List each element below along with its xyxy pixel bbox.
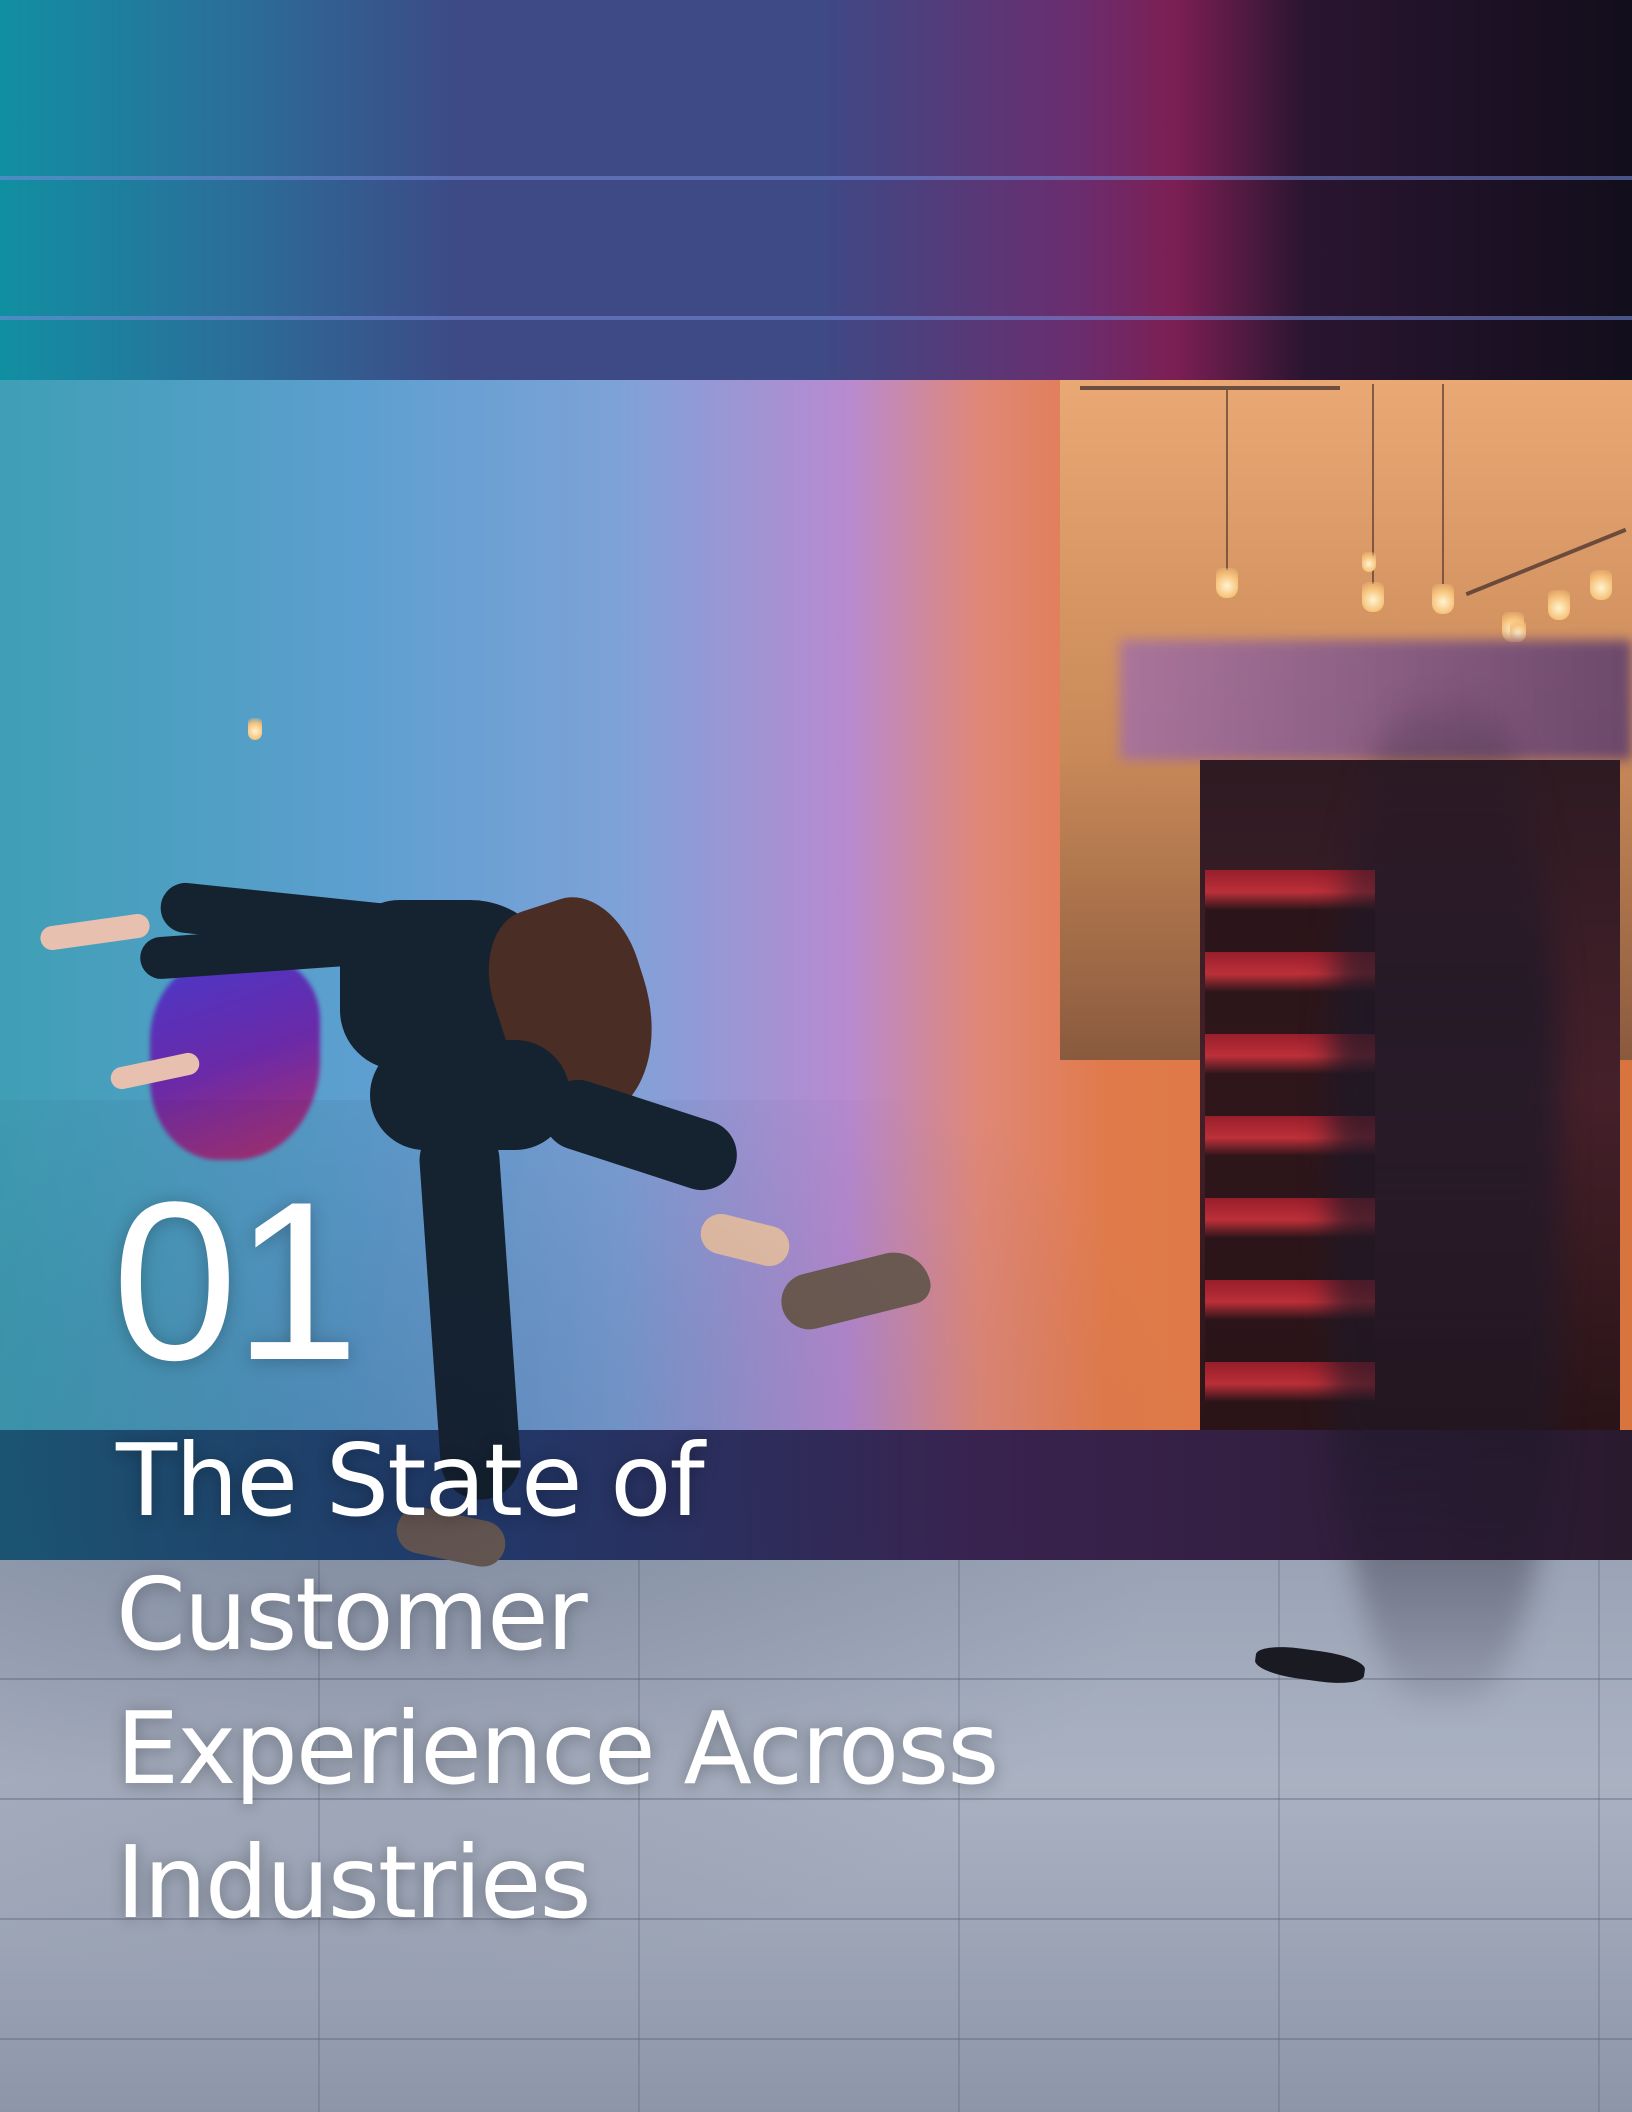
photo-lamp: [1548, 590, 1570, 620]
photo-fascia: [0, 0, 1632, 380]
photo-lamp-cord: [1442, 384, 1444, 584]
photo-fascia-line: [0, 176, 1632, 180]
photo-fascia-line: [0, 316, 1632, 320]
cover-page: 01 The State of Customer Experience Acro…: [0, 0, 1632, 2112]
section-title-line: Industries: [116, 1824, 592, 1941]
photo-lamp-cord: [1226, 390, 1228, 570]
photo-lamp: [1432, 584, 1454, 614]
section-title-line: The State of: [116, 1422, 705, 1539]
photo-blurred-passerby: [1330, 700, 1560, 1700]
section-title-line: Customer: [116, 1556, 588, 1673]
photo-light-track: [1080, 386, 1340, 390]
photo-lamp: [248, 718, 262, 740]
section-title: The State of Customer Experience Across …: [116, 1414, 1116, 1950]
section-number: 01: [112, 1154, 359, 1407]
photo-lamp: [1362, 582, 1384, 612]
section-title-line: Experience Across: [116, 1690, 999, 1807]
photo-awning: [1120, 640, 1632, 760]
photo-lamp: [1590, 570, 1612, 600]
photo-lamp: [1362, 552, 1376, 572]
photo-lamp: [1510, 620, 1526, 642]
photo-lamp: [1216, 568, 1238, 598]
